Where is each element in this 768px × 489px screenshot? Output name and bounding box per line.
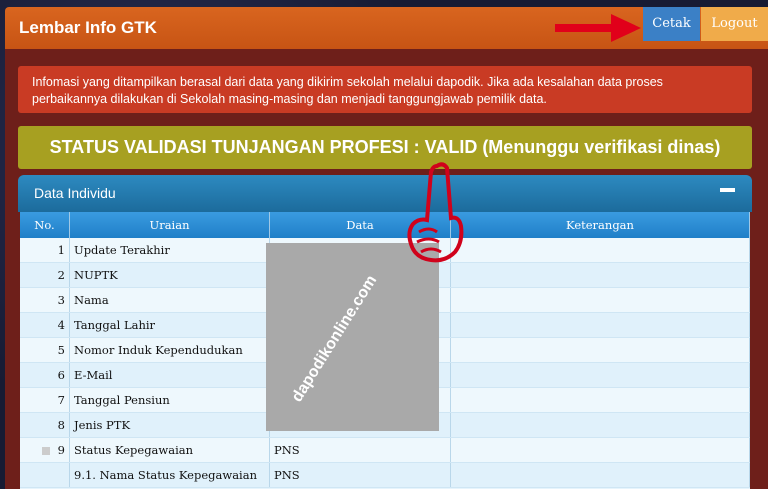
table-row: 9 Status Kepegawaian PNS <box>20 437 750 463</box>
panel-title: Data Individu <box>34 185 116 201</box>
row-number <box>20 462 70 488</box>
row-number: 4 <box>20 312 70 338</box>
row-keterangan <box>450 262 750 288</box>
row-number: 8 <box>20 412 70 438</box>
collapse-row-icon[interactable] <box>41 447 50 455</box>
row-keterangan <box>450 238 750 263</box>
row-uraian: Jenis PTK <box>69 412 270 438</box>
col-header-uraian: Uraian <box>69 212 270 238</box>
row-number: 9 <box>57 443 65 457</box>
row-keterangan <box>450 462 750 488</box>
row-uraian: Status Kepegawaian <box>69 437 270 463</box>
row-keterangan <box>450 437 750 463</box>
col-header-keterangan: Keterangan <box>450 212 750 238</box>
row-uraian: Nomor Induk Kependudukan <box>69 337 270 363</box>
row-keterangan <box>450 287 750 313</box>
row-data: PNS <box>269 462 451 488</box>
arrow-pointer-icon <box>555 14 641 42</box>
validation-status-banner: STATUS VALIDASI TUNJANGAN PROFESI : VALI… <box>18 126 752 169</box>
row-uraian: NUPTK <box>69 262 270 288</box>
page-title: Lembar Info GTK <box>19 18 157 37</box>
row-number: 3 <box>20 287 70 313</box>
row-uraian: Tanggal Pensiun <box>69 387 270 413</box>
info-alert: Infomasi yang ditampilkan berasal dari d… <box>18 66 752 113</box>
print-button[interactable]: Cetak <box>643 7 700 41</box>
table-row: 9.1. Nama Status Kepegawaian PNS <box>20 462 750 488</box>
table-header-row: No. Uraian Data Keterangan <box>20 212 750 238</box>
collapse-icon[interactable] <box>720 188 735 192</box>
row-number: 2 <box>20 262 70 288</box>
row-number: 6 <box>20 362 70 388</box>
row-uraian: Nama <box>69 287 270 313</box>
row-uraian: 9.1. Nama Status Kepegawaian <box>69 462 270 488</box>
logout-button[interactable]: Logout <box>701 7 768 41</box>
row-uraian: E-Mail <box>69 362 270 388</box>
row-keterangan <box>450 337 750 363</box>
pointing-hand-icon <box>407 162 464 263</box>
row-number: 1 <box>20 238 70 263</box>
row-keterangan <box>450 312 750 338</box>
row-keterangan <box>450 362 750 388</box>
row-keterangan <box>450 387 750 413</box>
redaction-block <box>266 243 439 431</box>
row-uraian: Update Terakhir <box>69 238 270 263</box>
row-number: 7 <box>20 387 70 413</box>
row-uraian: Tanggal Lahir <box>69 312 270 338</box>
row-number: 5 <box>20 337 70 363</box>
panel-header: Data Individu <box>18 175 752 212</box>
row-data: PNS <box>269 437 451 463</box>
row-keterangan <box>450 412 750 438</box>
col-header-no: No. <box>20 212 70 238</box>
